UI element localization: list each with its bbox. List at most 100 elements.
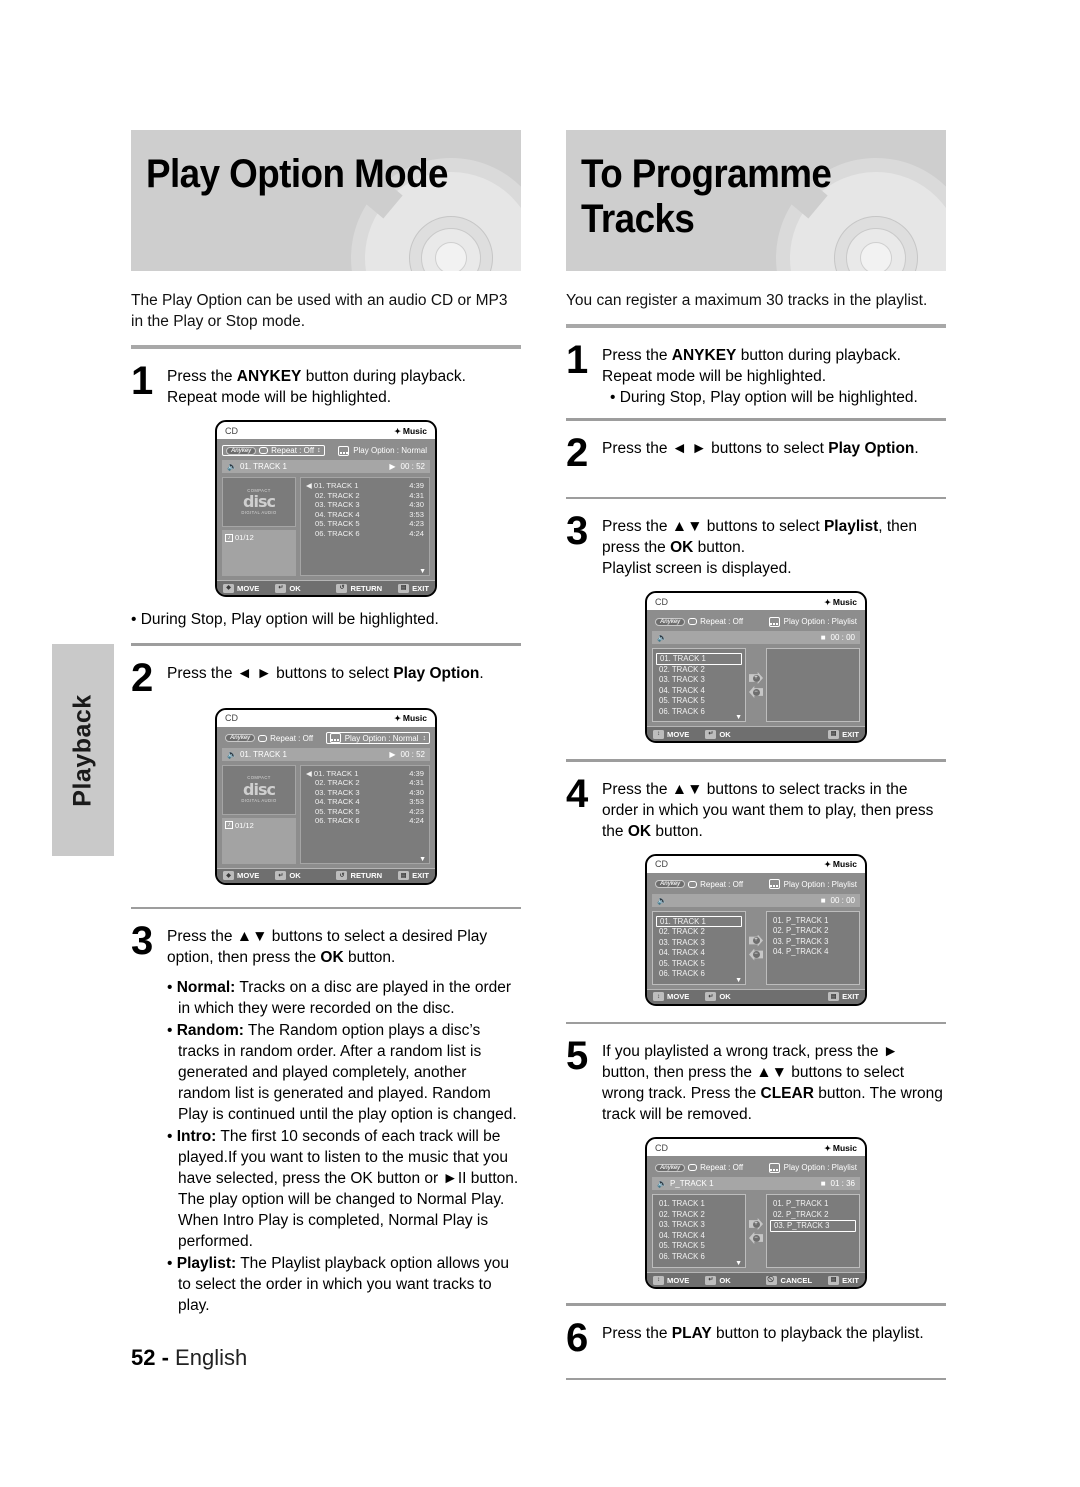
play-option-group[interactable]: Play Option : Playlist bbox=[766, 616, 860, 628]
table-row[interactable]: ◀ 01. TRACK 1 4:39 bbox=[304, 481, 426, 491]
list-item[interactable]: 01. TRACK 1 bbox=[656, 653, 742, 665]
table-row[interactable]: 02. TRACK 2 4:31 bbox=[304, 491, 426, 501]
step-number: 1 bbox=[131, 359, 153, 403]
scroll-down-icon[interactable]: ▼ bbox=[735, 714, 742, 721]
scroll-down-icon[interactable]: ▼ bbox=[735, 1260, 742, 1267]
remove-from-playlist-icon[interactable]: − bbox=[749, 1232, 763, 1244]
table-row[interactable]: 06. TRACK 6 4:24 bbox=[304, 529, 426, 539]
scroll-down-icon[interactable]: ▼ bbox=[419, 568, 426, 575]
list-item[interactable]: 04. P_TRACK 4 bbox=[770, 947, 856, 958]
track-list[interactable]: ◀ 01. TRACK 1 4:39 02. TRACK 2 4:31 03. TRA… bbox=[300, 477, 430, 576]
table-row[interactable]: 03. TRACK 3 4:30 bbox=[304, 500, 426, 510]
page-language: English bbox=[175, 1345, 248, 1370]
cancel-button[interactable]: ⃠CANCEL bbox=[766, 1275, 812, 1285]
remove-from-playlist-icon[interactable]: − bbox=[749, 948, 763, 961]
table-row[interactable]: 05. TRACK 5 4:23 bbox=[304, 519, 426, 529]
exit-button[interactable]: ▤ EXIT bbox=[828, 729, 859, 739]
list-item[interactable]: 05. TRACK 5 bbox=[656, 1241, 742, 1252]
return-button[interactable]: ↺ RETURN bbox=[336, 583, 382, 593]
add-to-playlist-icon[interactable]: + bbox=[749, 1218, 763, 1230]
osd-option-bar: Anykey Repeat : Off ↕ Play Option : Norm… bbox=[222, 444, 430, 457]
table-row[interactable]: 02. TRACK 2 4:31 bbox=[304, 778, 426, 788]
playlist-track-list[interactable]: 01. P_TRACK 1 02. P_TRACK 2 03. P_TRACK … bbox=[766, 1194, 860, 1268]
playlist-track-list[interactable]: 01. P_TRACK 1 02. P_TRACK 2 03. P_TRACK … bbox=[766, 910, 860, 985]
move-button[interactable]: ↕ MOVE bbox=[653, 992, 689, 1001]
exit-button[interactable]: ▤ EXIT bbox=[828, 992, 859, 1001]
list-item[interactable]: 05. TRACK 5 bbox=[656, 959, 742, 970]
bullet-term: Intro: bbox=[176, 1128, 217, 1145]
list-item[interactable]: 02. P_TRACK 2 bbox=[770, 926, 856, 937]
list-item[interactable]: 03. TRACK 3 bbox=[656, 938, 742, 949]
repeat-option-group[interactable]: Anykey Repeat : Off bbox=[652, 1162, 746, 1173]
spinner-icon[interactable]: ↕ bbox=[317, 447, 321, 454]
ok-label: OK bbox=[719, 1275, 731, 1285]
scroll-down-icon[interactable]: ▼ bbox=[419, 856, 426, 863]
source-track-list[interactable]: 01. TRACK 1 02. TRACK 2 03. TRACK 3 04. … bbox=[652, 1194, 746, 1268]
remove-from-playlist-icon[interactable]: − bbox=[749, 686, 763, 698]
list-item[interactable]: 04. TRACK 4 bbox=[656, 948, 742, 959]
move-button[interactable]: ◆ MOVE bbox=[223, 583, 259, 593]
ok-button[interactable]: ↵ OK bbox=[705, 729, 731, 739]
list-item[interactable]: 04. TRACK 4 bbox=[656, 1231, 742, 1242]
list-item[interactable]: 02. TRACK 2 bbox=[656, 665, 742, 676]
table-row[interactable]: 05. TRACK 5 4:23 bbox=[304, 807, 426, 817]
list-item[interactable]: 01. P_TRACK 1 bbox=[770, 1199, 856, 1210]
play-option-group[interactable]: Play Option : Normal bbox=[335, 445, 430, 457]
list-item[interactable]: 06. TRACK 6 bbox=[656, 707, 742, 718]
bullet-term: Normal: bbox=[176, 979, 236, 996]
table-row[interactable]: 04. TRACK 4 3:53 bbox=[304, 797, 426, 807]
list-item[interactable]: 01. TRACK 1 bbox=[656, 1199, 742, 1210]
play-option-group[interactable]: Play Option : Normal ↕ bbox=[325, 732, 430, 744]
repeat-option-group[interactable]: Anykey Repeat : Off bbox=[652, 616, 746, 627]
move-button[interactable]: ↕ MOVE bbox=[653, 729, 689, 739]
list-item[interactable]: 02. TRACK 2 bbox=[656, 1210, 742, 1221]
list-item[interactable]: 02. P_TRACK 2 bbox=[770, 1210, 856, 1221]
exit-button[interactable]: ▤ EXIT bbox=[828, 1275, 859, 1285]
list-item[interactable]: 03. TRACK 3 bbox=[656, 1220, 742, 1231]
elapsed-time: 00 : 52 bbox=[400, 462, 425, 471]
list-item[interactable]: 06. TRACK 6 bbox=[656, 1252, 742, 1263]
scroll-down-icon[interactable]: ▼ bbox=[735, 977, 742, 984]
cd-logo-mid: disc bbox=[243, 492, 276, 511]
ok-button[interactable]: ↵ OK bbox=[705, 992, 731, 1001]
table-row[interactable]: ◀ 01. TRACK 1 4:39 bbox=[304, 769, 426, 779]
exit-icon: ▤ bbox=[398, 871, 410, 880]
osd-media-type: Music bbox=[832, 596, 857, 607]
list-item[interactable]: 03. P_TRACK 3 bbox=[770, 937, 856, 948]
exit-button[interactable]: ▤ EXIT bbox=[398, 871, 429, 880]
ok-button[interactable]: ↵ OK bbox=[705, 1275, 731, 1285]
table-row[interactable]: 04. TRACK 4 3:53 bbox=[304, 510, 426, 520]
move-button[interactable]: ◆ MOVE bbox=[223, 871, 259, 880]
source-track-list[interactable]: 01. TRACK 1 02. TRACK 2 03. TRACK 3 04. … bbox=[652, 910, 746, 985]
play-option-group[interactable]: Play Option : Playlist bbox=[766, 878, 860, 890]
repeat-option-group[interactable]: Anykey Repeat : Off ↕ bbox=[222, 445, 325, 456]
list-item[interactable]: 04. TRACK 4 bbox=[656, 686, 742, 697]
add-to-playlist-icon[interactable]: + bbox=[749, 934, 763, 947]
step-keyword: CLEAR bbox=[760, 1085, 814, 1102]
list-item[interactable]: 06. TRACK 6 bbox=[656, 969, 742, 980]
ok-button[interactable]: ↵ OK bbox=[275, 871, 301, 880]
exit-button[interactable]: ▤ EXIT bbox=[398, 583, 429, 593]
playlist-track-list[interactable] bbox=[766, 648, 860, 722]
list-item[interactable]: 03. TRACK 3 bbox=[656, 675, 742, 686]
track-list[interactable]: ◀ 01. TRACK 1 4:39 02. TRACK 2 4:31 03. TRA… bbox=[300, 764, 430, 864]
ok-button[interactable]: ↵ OK bbox=[275, 583, 301, 593]
track-time: 4:23 bbox=[409, 806, 424, 816]
play-option-group[interactable]: Play Option : Playlist bbox=[766, 1162, 860, 1174]
list-item[interactable]: 02. TRACK 2 bbox=[656, 927, 742, 938]
source-track-list[interactable]: 01. TRACK 1 02. TRACK 2 03. TRACK 3 04. … bbox=[652, 648, 746, 722]
list-item[interactable]: 01. P_TRACK 1 bbox=[770, 916, 856, 927]
spinner-icon[interactable]: ↕ bbox=[423, 735, 427, 742]
right-column: To Programme Tracks You can register a m… bbox=[566, 130, 946, 1380]
list-item[interactable]: 01. TRACK 1 bbox=[656, 915, 742, 927]
list-item[interactable]: 05. TRACK 5 bbox=[656, 696, 742, 707]
repeat-option-group[interactable]: Anykey Repeat : Off bbox=[222, 733, 316, 744]
return-button[interactable]: ↺ RETURN bbox=[336, 871, 382, 880]
add-to-playlist-icon[interactable]: + bbox=[749, 672, 763, 684]
repeat-option-group[interactable]: Anykey Repeat : Off bbox=[652, 879, 746, 890]
list-item[interactable]: 03. P_TRACK 3 bbox=[770, 1220, 856, 1232]
table-row[interactable]: 06. TRACK 6 4:24 bbox=[304, 816, 426, 826]
move-button[interactable]: ↕ MOVE bbox=[653, 1275, 689, 1285]
osd-header: CD ✦ Music bbox=[217, 709, 435, 727]
table-row[interactable]: 03. TRACK 3 4:30 bbox=[304, 788, 426, 798]
